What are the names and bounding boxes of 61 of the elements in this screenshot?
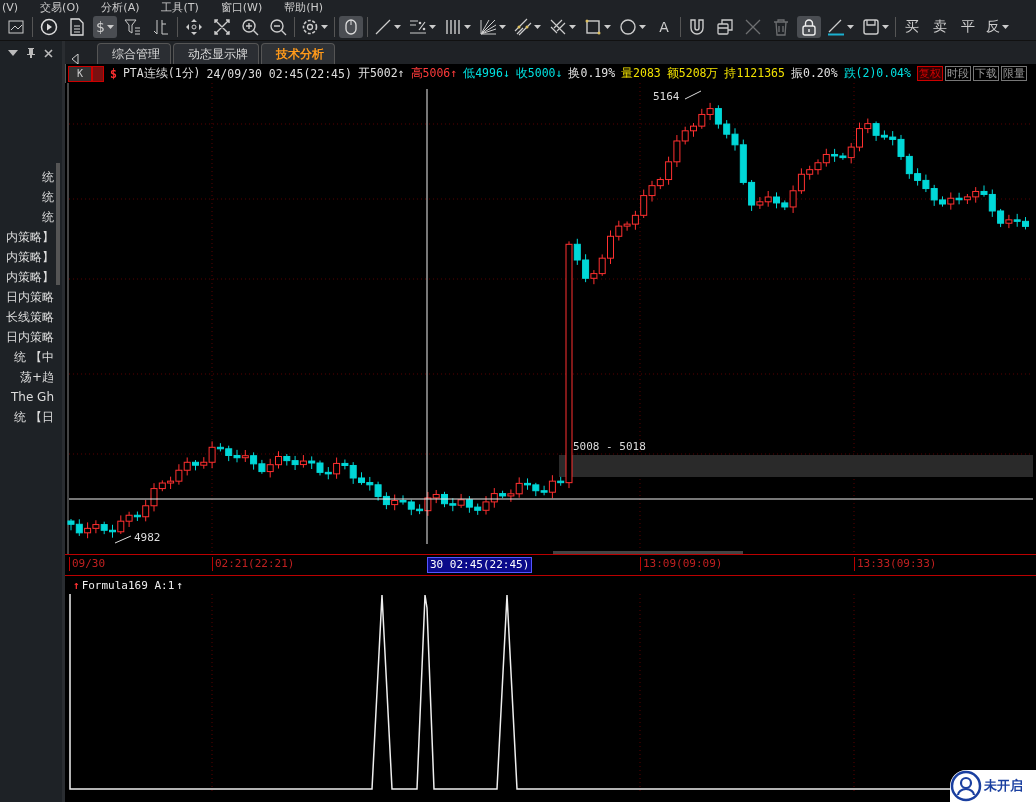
quote-value: 换0.19%	[568, 66, 616, 81]
sidebar-item[interactable]: 日内策略	[0, 327, 54, 347]
up-arrow-icon: ↑	[73, 578, 80, 592]
tab[interactable]: 综合管理	[97, 43, 171, 64]
price-range-label: 5008 - 5018	[573, 440, 646, 453]
sidebar-item[interactable]: The Gh	[0, 387, 54, 407]
quote-value: 高5006	[410, 66, 451, 81]
arrow-icon: ↑	[450, 66, 458, 81]
arrow-icon: ↑	[176, 578, 183, 592]
sidebar-item[interactable]: 日内策略	[0, 287, 54, 307]
sidebar-item[interactable]: 内策略】	[0, 227, 54, 247]
sidebar-item[interactable]: 内策略】	[0, 247, 54, 267]
low-price-label: 4982	[134, 531, 161, 544]
sidebar-item[interactable]: 内策略】	[0, 267, 54, 287]
time-label: 13:33(09:33)	[854, 557, 939, 571]
tool-button[interactable]: 平	[956, 16, 980, 38]
period-button[interactable]: K	[68, 65, 92, 82]
menu-item[interactable]: 窗口(W)	[220, 2, 263, 14]
toggle-button[interactable]: 限量	[1000, 66, 1027, 81]
quote-value: 开5002	[357, 66, 398, 81]
quote-value: 额5208万	[666, 66, 719, 81]
time-label: 02:21(22:21)	[212, 557, 297, 571]
time-label: 09/30	[69, 557, 108, 571]
arrow-icon: ↑	[397, 66, 405, 81]
symbol-name: PTA连续(1分)	[122, 66, 201, 81]
arrow-icon: ↓	[555, 66, 563, 81]
tool-button[interactable]: A	[652, 16, 676, 38]
quote-value: 低4996	[463, 66, 503, 81]
sidebar-item[interactable]: 荡+趋	[0, 367, 54, 387]
quote-value: 跌(2)0.04%	[843, 66, 911, 81]
sidebar-item[interactable]: 统	[0, 167, 54, 187]
tab[interactable]: 动态显示牌	[173, 43, 259, 64]
tool-button[interactable]: $	[93, 16, 117, 38]
tool-button[interactable]: 买	[900, 16, 924, 38]
bar-time: 24/09/30 02:45(22:45)	[206, 66, 352, 81]
indicator-title: Formula169 A:1	[81, 578, 175, 592]
quote-value: 量2083	[621, 66, 661, 81]
quote-value: 收5000	[515, 66, 556, 81]
symbol-icon: $	[110, 66, 117, 81]
sidebar-item[interactable]: 统	[0, 207, 54, 227]
tab[interactable]: 技术分析	[261, 43, 335, 64]
sidebar-item[interactable]: 长线策略	[0, 307, 54, 327]
menu-item[interactable]: 交易(O)	[40, 2, 80, 14]
sidebar-item[interactable]: 统 【中	[0, 347, 54, 367]
high-price-label: 5164	[653, 90, 680, 103]
time-label: 30 02:45(22:45)	[427, 557, 533, 573]
menu-item[interactable]: 帮助(H)	[284, 2, 324, 14]
toggle-button[interactable]: 下载	[972, 66, 999, 81]
time-label: 13:09(09:09)	[640, 557, 725, 571]
status-label: 未开启	[984, 777, 1023, 795]
menu-item[interactable]: 分析(A)	[101, 2, 140, 14]
sidebar-item[interactable]: 统 【日	[0, 407, 54, 427]
sidebar-item[interactable]: 统	[0, 187, 54, 207]
tool-button[interactable]: 反	[984, 16, 1011, 38]
toggle-button[interactable]: 时段	[944, 66, 971, 81]
quote-value: 持1121365	[724, 66, 785, 81]
menu-item[interactable]: (V)	[2, 2, 19, 14]
menu-item[interactable]: 工具(T)	[161, 2, 199, 14]
quote-value: 振0.20%	[790, 66, 838, 81]
tool-button[interactable]: 卖	[928, 16, 952, 38]
arrow-icon: ↓	[502, 66, 510, 81]
